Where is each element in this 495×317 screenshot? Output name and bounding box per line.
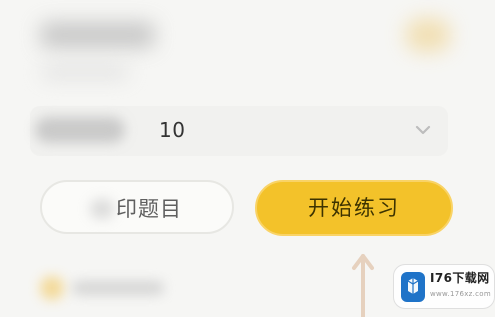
bottom-hint-icon-blur [40,276,64,300]
top-title-blur [40,22,155,48]
start-practice-button[interactable]: 开始练习 [255,180,453,236]
print-button-text-blur [90,199,114,219]
print-questions-label: 印题目 [116,197,182,221]
arrow-up-icon [352,254,374,317]
bottom-hint-text-blur [72,281,164,295]
watermark-logo-icon [401,272,425,302]
start-practice-label: 开始练习 [308,196,400,220]
top-subtitle-blur [40,64,130,80]
number-select-label-blur [35,117,125,143]
chevron-down-icon[interactable] [413,120,433,140]
number-select-value: 10 [159,118,186,142]
top-badge-blur [405,18,451,52]
watermark-subtitle: www.176xz.com [430,290,492,298]
watermark-title: I76下载网 [430,271,490,285]
watermark: I76下载网 www.176xz.com [393,264,495,309]
